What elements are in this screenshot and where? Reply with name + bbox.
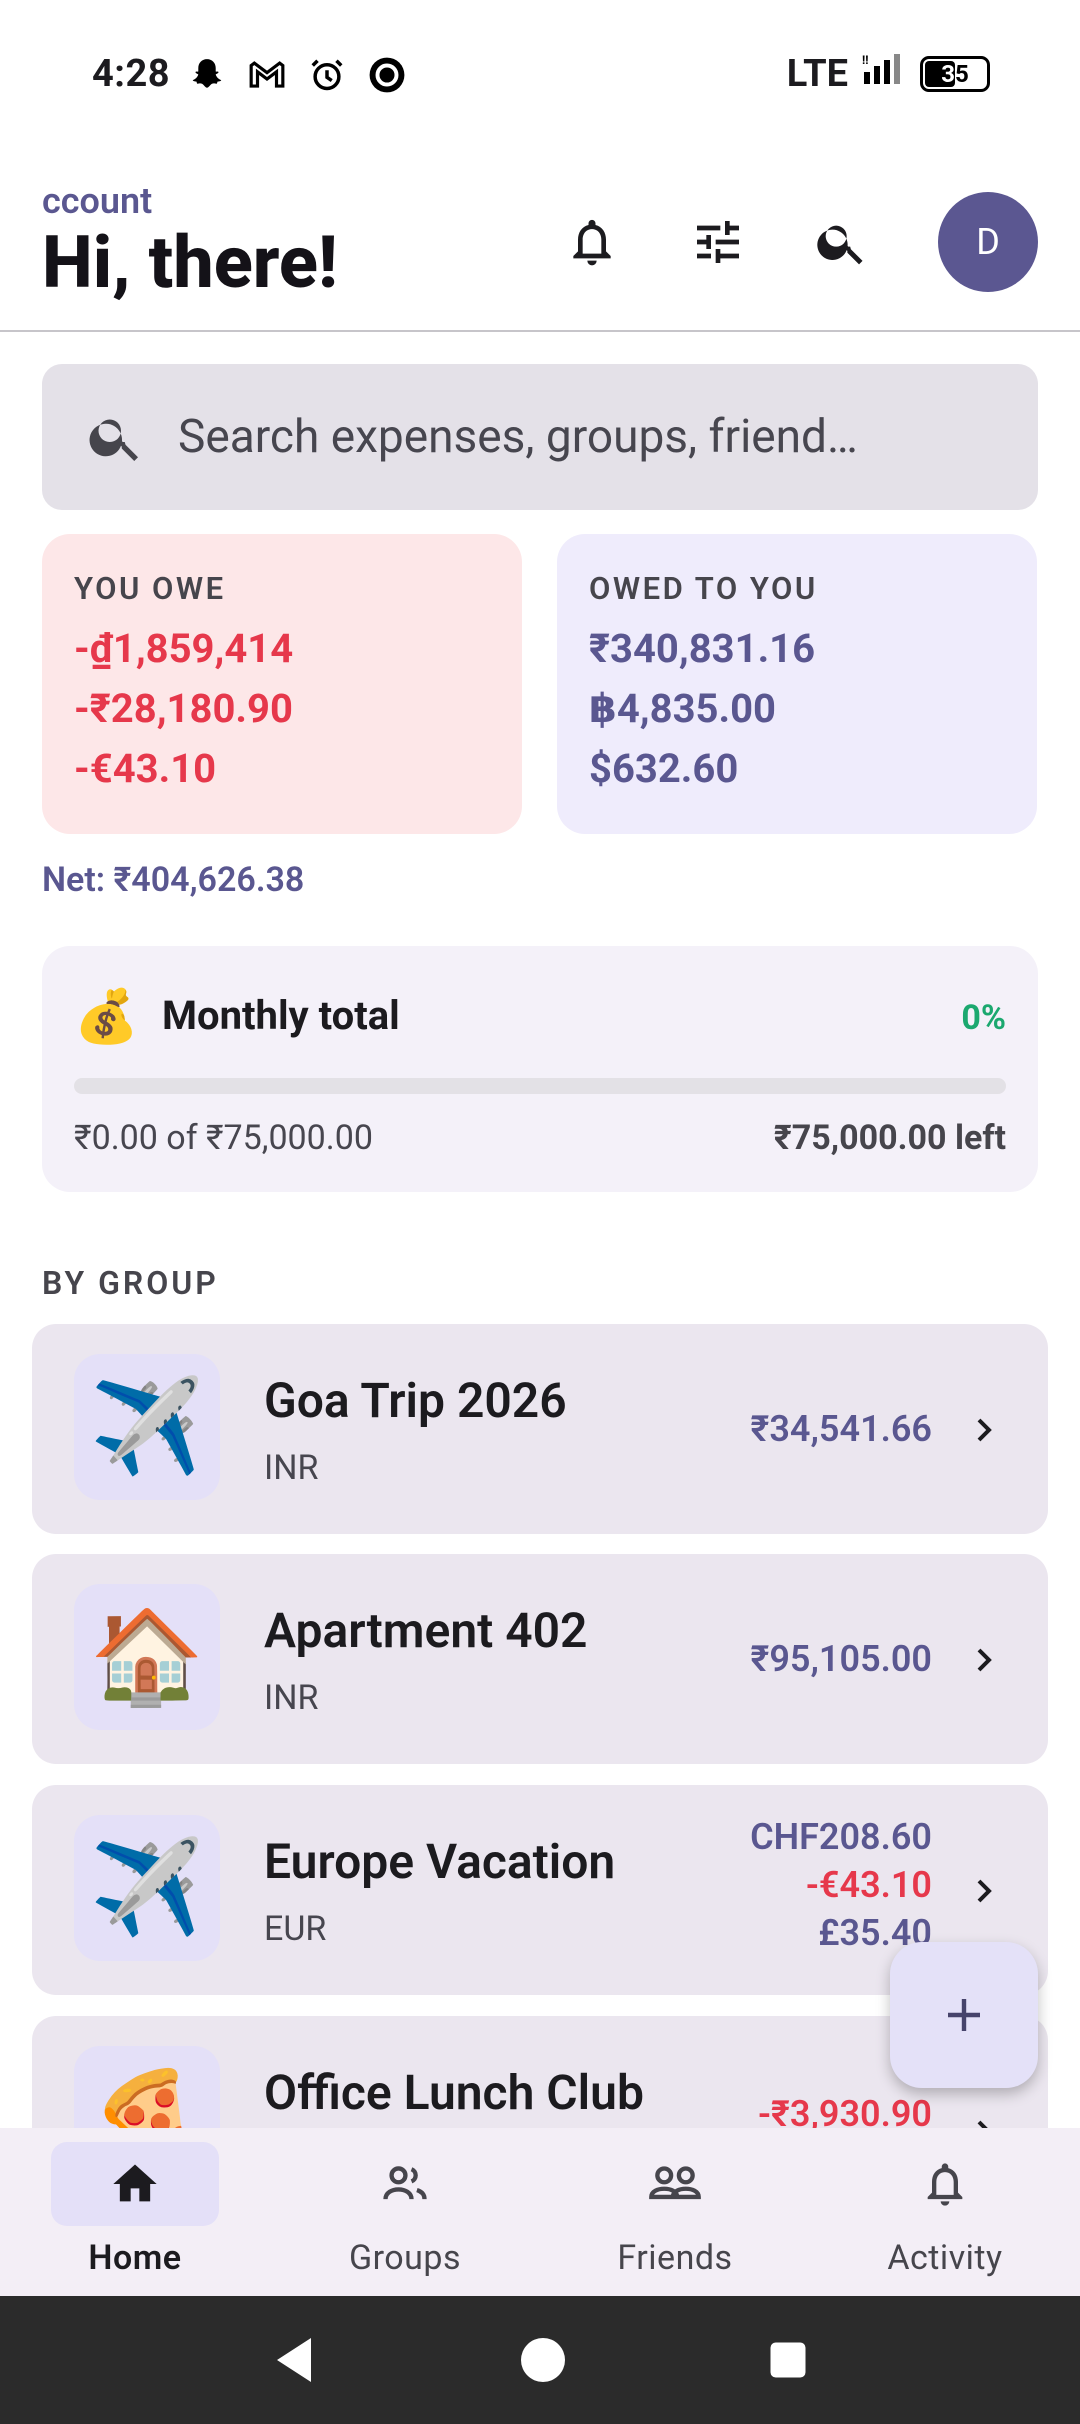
- nav-label: Home: [88, 2238, 182, 2278]
- nav-indicator: [861, 2142, 1029, 2226]
- nav-indicator: [51, 2142, 219, 2226]
- status-time: 4:28: [92, 52, 171, 96]
- monthly-left: ₹75,000.00 left: [773, 1118, 1006, 1158]
- money-bag-icon: 💰: [74, 986, 139, 1047]
- net-balance: Net: ₹404,626.38: [42, 860, 305, 900]
- recents-icon[interactable]: [767, 2339, 809, 2381]
- filter-button[interactable]: [678, 202, 758, 282]
- airplane-icon: ✈️: [74, 1815, 220, 1961]
- gmail-icon: [248, 56, 286, 94]
- chevron-right-icon: [977, 1648, 992, 1672]
- plus-icon: [948, 1999, 980, 2031]
- battery-level: 35: [941, 60, 969, 88]
- header-subtitle: ccount: [42, 180, 153, 222]
- group-amount: CHF208.60: [750, 1816, 932, 1858]
- group-currency: EUR: [264, 1909, 327, 1949]
- network-label: LTE: [786, 52, 848, 96]
- group-amount: -₹3,930.90: [757, 2093, 932, 2128]
- nav-item-groups[interactable]: Groups: [270, 2128, 540, 2296]
- search-icon: [817, 225, 863, 265]
- group-name: Europe Vacation: [264, 1833, 616, 1890]
- monthly-spent: ₹0.00 of ₹75,000.00: [74, 1118, 373, 1158]
- owed-to-you-amount: ₹340,831.16: [589, 625, 816, 672]
- alarm-icon: [308, 56, 346, 94]
- search-icon: [89, 419, 138, 461]
- app-header: ccount Hi, there! D: [0, 150, 1080, 332]
- search-placeholder: Search expenses, groups, friend…: [178, 410, 858, 464]
- nav-label: Activity: [887, 2238, 1003, 2278]
- group-name: Goa Trip 2026: [264, 1372, 567, 1429]
- you-owe-label: YOU OWE: [74, 570, 226, 607]
- search-button[interactable]: [802, 202, 882, 282]
- monthly-total-card[interactable]: 💰 Monthly total 0% ₹0.00 of ₹75,000.00 ₹…: [42, 946, 1038, 1192]
- owed-to-you-card[interactable]: OWED TO YOU ₹340,831.16 ฿4,835.00 $632.6…: [557, 534, 1037, 834]
- page-title: Hi, there!: [42, 220, 338, 305]
- nav-item-home[interactable]: Home: [0, 2128, 270, 2296]
- group-name: Office Lunch Club: [264, 2064, 644, 2121]
- pizza-icon: 🍕: [74, 2046, 220, 2128]
- nav-label: Groups: [348, 2238, 462, 2278]
- status-bar: 4:28 LTE !! 35: [0, 0, 1080, 150]
- avatar[interactable]: D: [938, 192, 1038, 292]
- add-expense-button[interactable]: [890, 1942, 1038, 2088]
- owed-to-you-amount: ฿4,835.00: [589, 685, 776, 732]
- chevron-right-icon: [977, 1418, 992, 1442]
- back-icon[interactable]: [271, 2334, 319, 2386]
- chevron-right-icon: [977, 1879, 992, 1903]
- house-icon: 🏠: [74, 1584, 220, 1730]
- nav-label: Friends: [617, 2238, 733, 2278]
- you-owe-amount: -€43.10: [74, 745, 217, 792]
- signal-icon: !!: [862, 52, 906, 96]
- group-name: Apartment 402: [264, 1602, 588, 1659]
- group-amount: ₹34,541.66: [750, 1408, 932, 1450]
- monthly-percent: 0%: [961, 998, 1006, 1038]
- group-currency: INR: [264, 1448, 319, 1488]
- group-amount: -€43.10: [805, 1864, 932, 1906]
- owed-to-you-amount: $632.60: [589, 745, 739, 792]
- group-balance: ₹34,541.66: [750, 1324, 932, 1534]
- circle-app-icon: [368, 56, 406, 94]
- system-navigation-bar: [0, 2296, 1080, 2424]
- you-owe-amount: -₹28,180.90: [74, 685, 293, 732]
- friends-icon: [649, 2166, 701, 2200]
- monthly-title: Monthly total: [162, 992, 400, 1039]
- chevron-right-icon: [977, 2120, 988, 2128]
- nav-item-activity[interactable]: Activity: [810, 2128, 1080, 2296]
- bell-icon: [573, 219, 611, 266]
- snapchat-icon: [188, 56, 226, 94]
- group-card-goa-trip[interactable]: ✈️ Goa Trip 2026 INR ₹34,541.66: [32, 1324, 1048, 1534]
- group-amount: ₹95,105.00: [750, 1638, 932, 1680]
- airplane-icon: ✈️: [74, 1354, 220, 1500]
- group-currency: INR: [264, 1678, 319, 1718]
- nav-indicator: [321, 2142, 489, 2226]
- bell-icon: [927, 2163, 963, 2206]
- group-balance: ₹95,105.00: [750, 1554, 932, 1764]
- notifications-button[interactable]: [552, 202, 632, 282]
- nav-indicator: [591, 2142, 759, 2226]
- monthly-progress-bar: [74, 1078, 1006, 1094]
- notification-icons: [188, 56, 406, 94]
- section-title-by-group: BY GROUP: [42, 1264, 219, 1302]
- search-bar[interactable]: Search expenses, groups, friend…: [42, 364, 1038, 510]
- tune-icon: [697, 221, 739, 263]
- groups-icon: [383, 2166, 427, 2200]
- battery-icon: 35: [920, 56, 990, 92]
- you-owe-amount: -₫1,859,414: [74, 625, 294, 672]
- svg-text:!!: !!: [862, 53, 869, 67]
- nav-item-friends[interactable]: Friends: [540, 2128, 810, 2296]
- home-icon: [113, 2164, 157, 2202]
- status-right: LTE !! 35: [787, 52, 990, 96]
- bottom-navigation: Home Groups Friends Activity: [0, 2128, 1080, 2296]
- you-owe-card[interactable]: YOU OWE -₫1,859,414 -₹28,180.90 -€43.10: [42, 534, 522, 834]
- owed-to-you-label: OWED TO YOU: [589, 570, 818, 607]
- home-circle-icon[interactable]: [519, 2336, 567, 2384]
- group-card-apartment[interactable]: 🏠 Apartment 402 INR ₹95,105.00: [32, 1554, 1048, 1764]
